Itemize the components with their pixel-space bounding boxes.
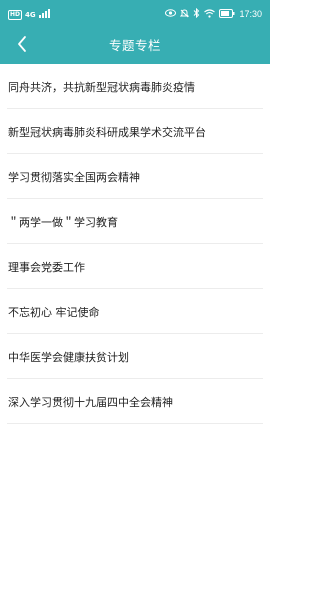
topic-list-item[interactable]: 理事会党委工作 bbox=[0, 244, 270, 289]
page-title: 专题专栏 bbox=[108, 38, 161, 53]
app-screen: HD 4G 17:30 专题专栏 同舟共济，共抗新型冠状病毒肺炎疫情 新型冠状病… bbox=[0, 0, 270, 600]
topic-label: 新型冠状病毒肺炎科研成果学术交流平台 bbox=[8, 125, 206, 139]
network-label: 4G bbox=[25, 11, 36, 19]
topic-list-item[interactable]: 不忘初心 牢记使命 bbox=[0, 289, 270, 334]
hd-badge: HD bbox=[8, 10, 23, 20]
topic-list-item[interactable]: ＂两学一做＂学习教育 bbox=[0, 199, 270, 244]
topic-label: 不忘初心 牢记使命 bbox=[8, 305, 100, 319]
app-header: 专题专栏 bbox=[0, 28, 270, 64]
status-time: 17:30 bbox=[239, 9, 262, 19]
topic-list: 同舟共济，共抗新型冠状病毒肺炎疫情 新型冠状病毒肺炎科研成果学术交流平台 学习贯彻落… bbox=[0, 64, 270, 424]
mute-icon bbox=[180, 8, 190, 21]
topic-label: 理事会党委工作 bbox=[8, 260, 85, 274]
topic-label: 中华医学会健康扶贫计划 bbox=[8, 350, 129, 364]
topic-list-item[interactable]: 学习贯彻落实全国两会精神 bbox=[0, 154, 270, 199]
status-bar: HD 4G 17:30 bbox=[0, 0, 270, 28]
topic-label: 学习贯彻落实全国两会精神 bbox=[8, 170, 140, 184]
topic-label: 同舟共济，共抗新型冠状病毒肺炎疫情 bbox=[8, 80, 195, 94]
topic-list-item[interactable]: 中华医学会健康扶贫计划 bbox=[0, 334, 270, 379]
topic-label: ＂两学一做＂学习教育 bbox=[8, 215, 118, 229]
wifi-icon bbox=[204, 8, 216, 21]
battery-icon bbox=[219, 8, 235, 21]
bluetooth-icon bbox=[193, 7, 200, 21]
topic-list-item[interactable]: 深入学习贯彻十九届四中全会精神 bbox=[0, 379, 270, 424]
topic-list-item[interactable]: 同舟共济，共抗新型冠状病毒肺炎疫情 bbox=[0, 64, 270, 109]
status-right: 17:30 bbox=[165, 7, 262, 21]
eye-icon bbox=[165, 9, 177, 20]
status-left: HD 4G bbox=[8, 9, 51, 21]
signal-icon bbox=[38, 9, 51, 21]
topic-list-item[interactable]: 新型冠状病毒肺炎科研成果学术交流平台 bbox=[0, 109, 270, 154]
topic-label: 深入学习贯彻十九届四中全会精神 bbox=[8, 395, 173, 409]
